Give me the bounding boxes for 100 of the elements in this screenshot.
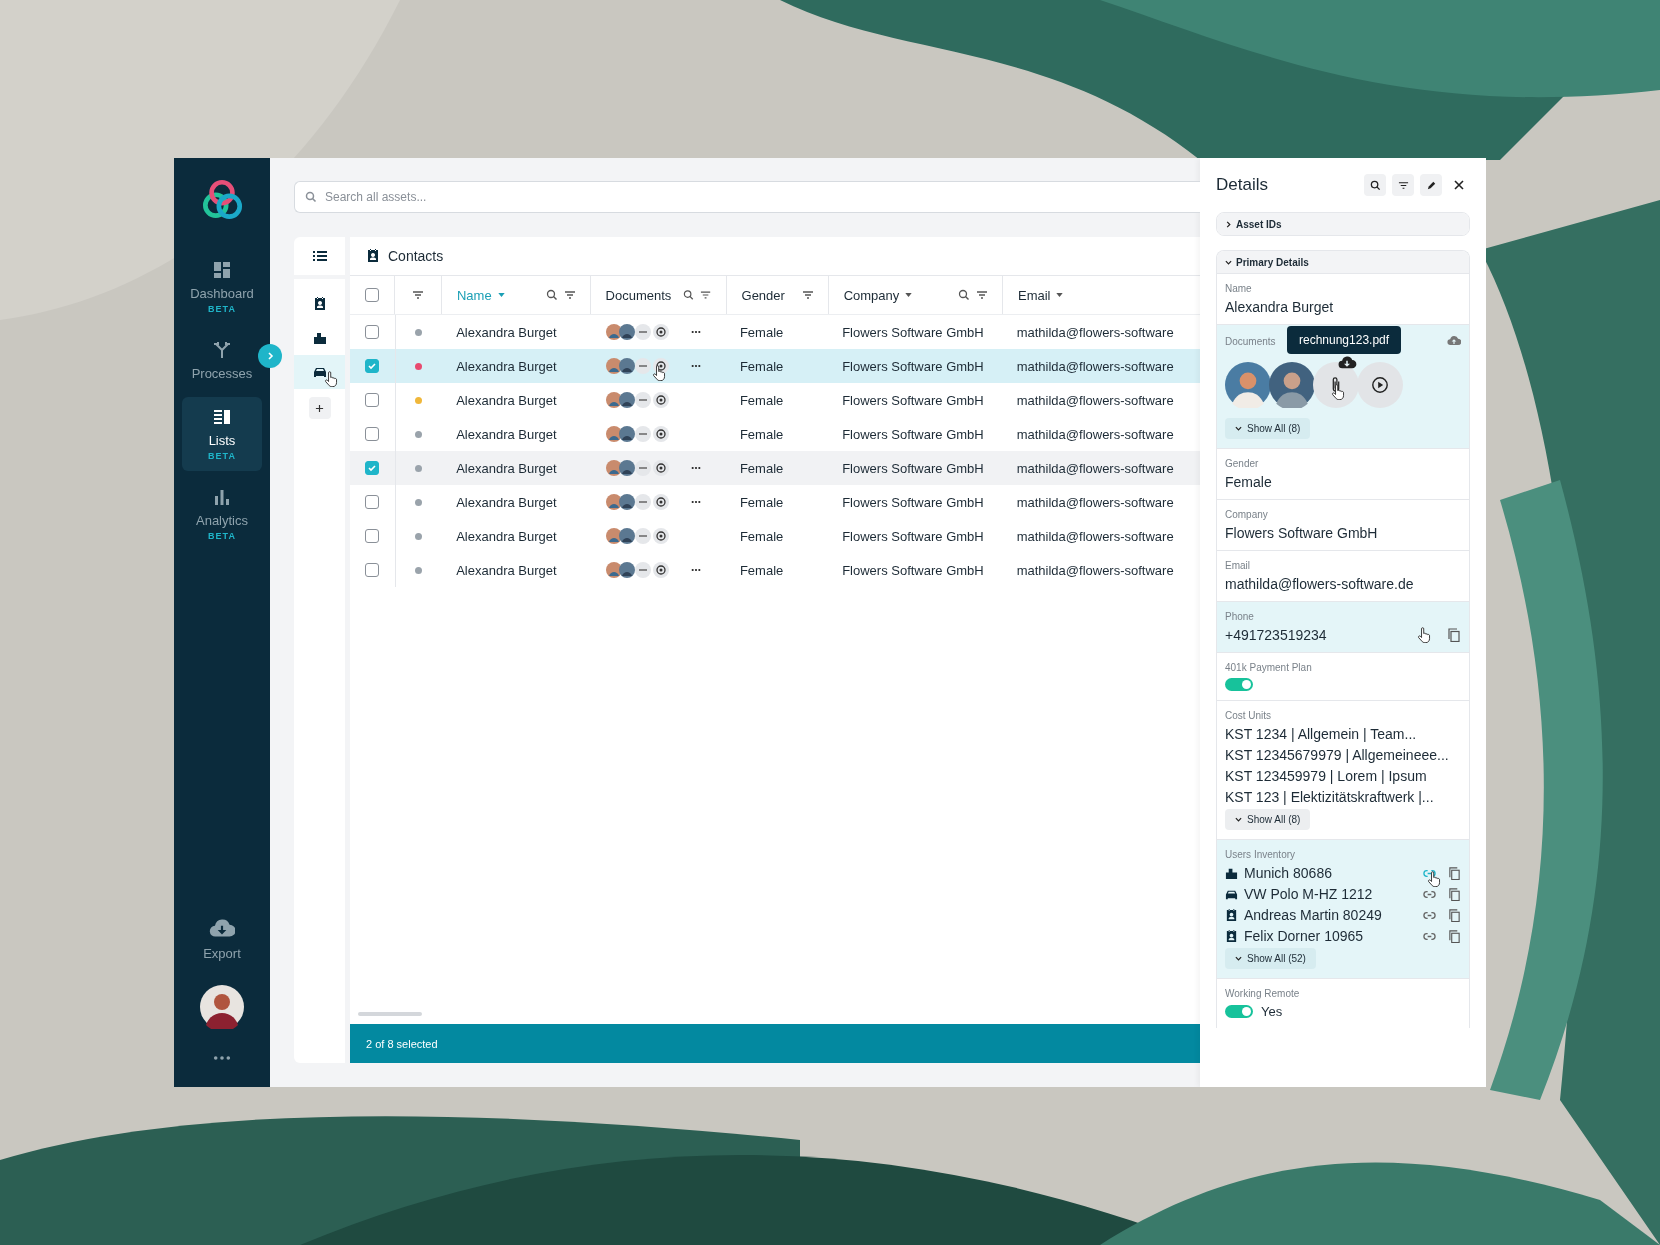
- car-icon: [312, 365, 327, 379]
- section-header[interactable]: Asset IDs: [1217, 213, 1469, 235]
- export-button[interactable]: Export: [182, 906, 262, 971]
- more-icon[interactable]: [213, 1055, 231, 1061]
- filter-icon: [1397, 179, 1409, 191]
- table-cell: Flowers Software GmbH: [842, 426, 984, 442]
- table-cell: Female: [739, 426, 784, 442]
- more-icon[interactable]: [691, 466, 701, 470]
- nav-item[interactable]: Analytics BETA: [182, 477, 262, 551]
- edit-button[interactable]: [1420, 174, 1442, 196]
- row-checkbox[interactable]: [365, 495, 380, 509]
- row-checkbox[interactable]: [365, 529, 380, 543]
- row-checkbox[interactable]: [365, 393, 380, 407]
- caret-icon[interactable]: [1056, 293, 1064, 297]
- nav-item[interactable]: Dashboard BETA: [182, 250, 262, 324]
- avatar[interactable]: [1269, 362, 1315, 408]
- more-icon[interactable]: [691, 330, 701, 334]
- filter-button[interactable]: [1392, 174, 1414, 196]
- search-button[interactable]: [1364, 174, 1386, 196]
- buildings-icon: [312, 331, 327, 345]
- toggle-switch[interactable]: [1225, 678, 1253, 691]
- copy-icon[interactable]: [1448, 866, 1461, 880]
- search-icon[interactable]: [545, 289, 558, 301]
- table-row[interactable]: Alexandra Burget Female Flowers Software GmbH mathilda@flowers-software: [350, 519, 1200, 553]
- table-cell: mathilda@flowers-software: [1016, 528, 1174, 544]
- chevron-right-icon: [265, 351, 275, 361]
- panel-title: Details: [1216, 175, 1268, 195]
- toggle-switch[interactable]: [1225, 1005, 1253, 1018]
- row-checkbox[interactable]: [365, 563, 380, 577]
- play-icon: [1371, 376, 1389, 394]
- inventory-item[interactable]: Munich 80686: [1244, 865, 1332, 881]
- copy-icon[interactable]: [1448, 887, 1461, 901]
- show-all-button[interactable]: Show All (8): [1225, 418, 1311, 439]
- section-header[interactable]: Primary Details: [1217, 251, 1469, 273]
- item-type-icon: [1225, 929, 1238, 943]
- field-value: mathilda@flowers-software.de: [1225, 576, 1414, 592]
- more-icon[interactable]: [691, 500, 701, 504]
- show-all-button[interactable]: Show All (8): [1225, 809, 1311, 830]
- table-row[interactable]: Alexandra Burget Female Flowers Software GmbH mathilda@flowers-software: [350, 349, 1200, 383]
- column-label[interactable]: Gender: [741, 287, 785, 303]
- inventory-item[interactable]: Andreas Martin 80249: [1244, 907, 1382, 923]
- asset-type-tab[interactable]: [294, 355, 345, 389]
- search-icon[interactable]: [683, 289, 695, 301]
- scrollbar[interactable]: [358, 1012, 422, 1016]
- more-icon[interactable]: [691, 568, 701, 572]
- filter-icon[interactable]: [563, 289, 576, 301]
- table-cell: Female: [739, 562, 784, 578]
- nav-item[interactable]: Lists BETA: [182, 397, 262, 471]
- row-checkbox[interactable]: [365, 461, 380, 475]
- field-value: Flowers Software GmbH: [1225, 525, 1378, 541]
- field-label: Users Inventory: [1225, 849, 1296, 860]
- caret-icon[interactable]: [497, 293, 505, 297]
- inventory-item[interactable]: VW Polo M-HZ 1212: [1244, 886, 1373, 902]
- chevron-icon: [1235, 425, 1242, 432]
- table-row[interactable]: Alexandra Burget Female Flowers Software GmbH mathilda@flowers-software: [350, 451, 1200, 485]
- field-value: Yes: [1261, 1004, 1283, 1019]
- table-cell: Alexandra Burget: [456, 426, 557, 442]
- table-cell: Flowers Software GmbH: [842, 460, 984, 476]
- select-all-checkbox[interactable]: [365, 288, 380, 302]
- chevron-icon: [1225, 220, 1232, 228]
- caret-icon[interactable]: [905, 293, 913, 297]
- table-row[interactable]: Alexandra Burget Female Flowers Software GmbH mathilda@flowers-software: [350, 485, 1200, 519]
- filter-icon[interactable]: [975, 289, 988, 301]
- filter-icon[interactable]: [700, 289, 712, 301]
- field-label: Phone: [1225, 611, 1254, 622]
- table-cell: Female: [739, 494, 784, 510]
- expand-button[interactable]: [258, 344, 282, 368]
- filter-icon[interactable]: [801, 289, 814, 301]
- row-checkbox[interactable]: [365, 325, 380, 339]
- field-value: KST 12345679979 | Allgemeineee...: [1225, 747, 1449, 763]
- document-button[interactable]: [1357, 362, 1403, 408]
- avatar[interactable]: [200, 985, 244, 1029]
- column-label[interactable]: Company: [843, 287, 900, 303]
- table-cell: mathilda@flowers-software: [1016, 324, 1174, 340]
- table-cell: mathilda@flowers-software: [1016, 358, 1174, 374]
- search-field[interactable]: Search all assets...: [294, 181, 1200, 213]
- column-label[interactable]: Documents: [605, 287, 672, 303]
- filter-icon[interactable]: [412, 289, 425, 301]
- search-icon[interactable]: [957, 289, 970, 301]
- row-checkbox[interactable]: [365, 427, 380, 441]
- table-row[interactable]: Alexandra Burget Female Flowers Software GmbH mathilda@flowers-software: [350, 553, 1200, 587]
- more-icon[interactable]: [691, 364, 701, 368]
- list-icon[interactable]: [312, 249, 327, 263]
- plus-icon: [315, 403, 324, 413]
- inventory-item[interactable]: Felix Dorner 10965: [1244, 928, 1364, 944]
- show-all-button[interactable]: Show All (52): [1225, 948, 1316, 969]
- table-cell: Flowers Software GmbH: [842, 562, 984, 578]
- copy-icon[interactable]: [1448, 929, 1461, 943]
- row-checkbox[interactable]: [365, 359, 380, 373]
- cloud-upload-icon[interactable]: [1447, 334, 1461, 348]
- column-label[interactable]: Email: [1017, 287, 1051, 303]
- field-label: Name: [1225, 283, 1252, 294]
- copy-icon[interactable]: [1448, 908, 1461, 922]
- add-button[interactable]: [308, 397, 331, 419]
- table-cell: Alexandra Burget: [456, 324, 557, 340]
- table-row[interactable]: Alexandra Burget Female Flowers Software GmbH mathilda@flowers-software: [350, 383, 1200, 417]
- nav-item[interactable]: Processes: [182, 330, 262, 391]
- copy-icon[interactable]: [1447, 628, 1461, 642]
- table-cell: Flowers Software GmbH: [842, 494, 984, 510]
- table-cell: Alexandra Burget: [456, 528, 557, 544]
